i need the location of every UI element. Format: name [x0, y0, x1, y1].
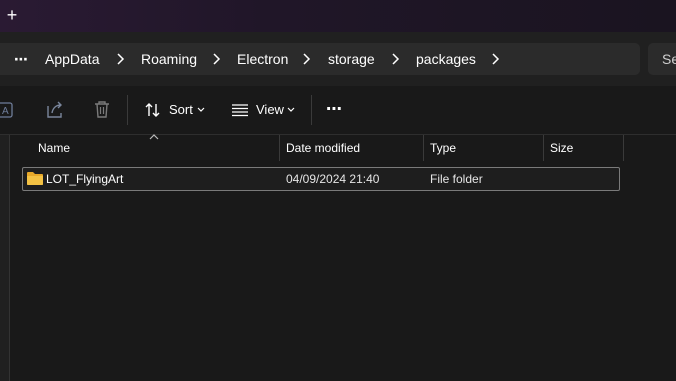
- navigation-pane[interactable]: [0, 135, 10, 381]
- chevron-right-icon[interactable]: [488, 43, 502, 75]
- column-header-size[interactable]: Size: [550, 135, 573, 161]
- view-icon: [232, 104, 248, 117]
- more-options-button[interactable]: ⋯: [326, 86, 343, 134]
- command-bar: A Sort View ⋯: [0, 86, 676, 134]
- title-bar: +: [0, 0, 676, 32]
- sort-ascending-icon: [149, 134, 159, 140]
- sort-label: Sort: [169, 102, 193, 117]
- chevron-down-icon: [197, 107, 205, 112]
- folder-icon: [27, 172, 43, 185]
- breadcrumb-item-packages[interactable]: packages: [416, 43, 476, 75]
- column-header-name[interactable]: Name: [38, 135, 70, 161]
- column-divider[interactable]: [279, 135, 280, 161]
- chevron-right-icon[interactable]: [299, 43, 313, 75]
- delete-icon[interactable]: [91, 86, 113, 134]
- breadcrumb-item-electron[interactable]: Electron: [237, 43, 288, 75]
- breadcrumb-item-roaming[interactable]: Roaming: [141, 43, 197, 75]
- sort-button[interactable]: Sort: [140, 86, 210, 134]
- file-list-pane: Name Date modified Type Size LOT_FlyingA…: [0, 134, 676, 381]
- address-row: ⋯ AppData Roaming Electron storage packa…: [0, 32, 676, 86]
- share-icon[interactable]: [44, 86, 66, 134]
- table-row[interactable]: LOT_FlyingArt 04/09/2024 21:40 File fold…: [22, 167, 620, 191]
- sort-icon: [145, 103, 160, 117]
- column-divider[interactable]: [543, 135, 544, 161]
- svg-text:A: A: [2, 106, 9, 117]
- chevron-right-icon[interactable]: [209, 43, 223, 75]
- breadcrumb-overflow-button[interactable]: ⋯: [14, 43, 29, 75]
- chevron-down-icon: [287, 107, 295, 112]
- chevron-right-icon[interactable]: [388, 43, 402, 75]
- view-button[interactable]: View: [228, 86, 300, 134]
- column-divider[interactable]: [423, 135, 424, 161]
- search-placeholder: Se: [662, 51, 676, 67]
- search-box[interactable]: Se: [648, 43, 676, 75]
- column-header-type[interactable]: Type: [430, 135, 456, 161]
- column-divider[interactable]: [623, 135, 624, 161]
- address-bar[interactable]: ⋯ AppData Roaming Electron storage packa…: [0, 43, 640, 75]
- file-name: LOT_FlyingArt: [46, 172, 124, 186]
- rename-icon[interactable]: A: [0, 86, 16, 134]
- file-date-modified: 04/09/2024 21:40: [286, 172, 380, 186]
- file-type: File folder: [430, 172, 483, 186]
- column-header-date-modified[interactable]: Date modified: [286, 135, 360, 161]
- breadcrumb-item-appdata[interactable]: AppData: [45, 43, 99, 75]
- toolbar-separator: [127, 95, 128, 125]
- toolbar-separator: [311, 95, 312, 125]
- new-tab-button[interactable]: +: [3, 5, 21, 25]
- breadcrumb-item-storage[interactable]: storage: [328, 43, 375, 75]
- chevron-right-icon[interactable]: [113, 43, 127, 75]
- view-label: View: [256, 102, 284, 117]
